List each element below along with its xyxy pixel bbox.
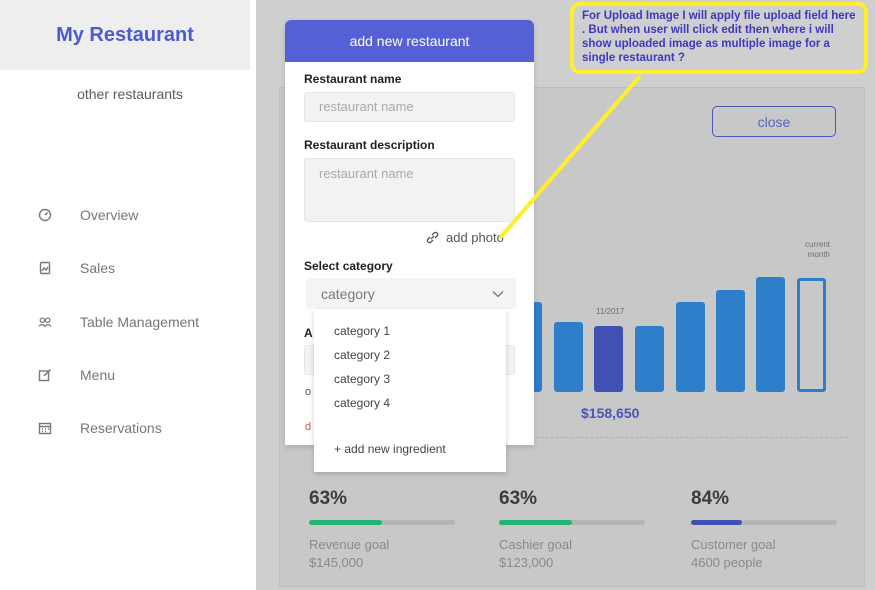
goal-progress-fill	[691, 520, 742, 525]
chart-bar	[554, 322, 583, 392]
chart-bar-current	[797, 278, 826, 392]
annotation-callout: For Upload Image I will apply file uploa…	[570, 2, 868, 74]
goal-label: Customer goal	[691, 537, 776, 552]
sidebar-item-label: Menu	[80, 367, 116, 383]
other-restaurants-link[interactable]: other restaurants	[0, 86, 260, 102]
dropdown-option[interactable]: category 1	[334, 324, 390, 338]
partial-text: o	[305, 386, 312, 398]
category-select-value: category	[321, 285, 375, 302]
current-month-label: current month	[805, 240, 830, 259]
select-category-label: Select category	[304, 259, 393, 273]
goal-label: Revenue goal	[309, 537, 390, 552]
partial-label: A	[304, 326, 313, 340]
goal-percent: 63%	[309, 488, 348, 509]
cashier-goal: 63% Cashier goal $123,000	[499, 488, 649, 570]
modal-title: add new restaurant	[285, 20, 534, 62]
goal-progress	[691, 520, 837, 525]
goal-value: 4600 people	[691, 555, 763, 570]
add-new-ingredient-option[interactable]: + add new ingredient	[334, 442, 446, 456]
sidebar-item-label: Table Management	[80, 314, 200, 330]
goal-progress-fill	[499, 520, 572, 525]
sidebar: My Restaurant other restaurants Overview…	[0, 0, 250, 590]
brand-title[interactable]: My Restaurant	[56, 24, 194, 47]
category-select[interactable]: category	[306, 278, 516, 309]
restaurant-description-label: Restaurant description	[304, 138, 435, 152]
sidebar-item-reservations[interactable]: Reservations	[38, 416, 162, 440]
chart-bar-highlight	[594, 326, 623, 392]
sidebar-item-overview[interactable]: Overview	[38, 203, 138, 227]
customer-goal: 84% Customer goal 4600 people	[691, 488, 841, 570]
restaurant-name-input[interactable]: restaurant name	[304, 92, 515, 122]
sidebar-item-sales[interactable]: Sales	[38, 256, 115, 280]
partial-delete[interactable]: d	[305, 421, 311, 433]
chart-bar	[676, 302, 705, 392]
goal-label: Cashier goal	[499, 537, 572, 552]
dropdown-option[interactable]: category 2	[334, 348, 390, 362]
sidebar-item-label: Overview	[80, 207, 139, 223]
chart-bar	[716, 290, 745, 392]
chart-bar	[635, 326, 664, 392]
close-button[interactable]: close	[712, 106, 836, 137]
goal-progress-fill	[309, 520, 382, 525]
chart-bar	[756, 277, 785, 392]
sidebar-item-label: Sales	[80, 260, 116, 276]
amount-value: $158,650	[581, 405, 640, 421]
goal-value: $145,000	[309, 555, 364, 570]
category-dropdown: category 1 category 2 category 3 categor…	[314, 309, 506, 472]
chevron-down-icon	[492, 290, 504, 297]
goal-percent: 84%	[691, 488, 730, 509]
chart-file-icon	[38, 261, 52, 275]
restaurant-description-input[interactable]: restaurant name	[304, 158, 515, 222]
dropdown-option[interactable]: category 4	[334, 396, 390, 410]
month-label: 11/2017	[596, 307, 625, 316]
sidebar-item-menu[interactable]: Menu	[38, 363, 115, 387]
revenue-goal: 63% Revenue goal $145,000	[309, 488, 459, 570]
calendar-icon	[38, 421, 52, 435]
brand-header: My Restaurant	[0, 0, 250, 70]
sidebar-item-table-management[interactable]: Table Management	[38, 310, 199, 334]
goal-progress	[499, 520, 645, 525]
dropdown-option[interactable]: category 3	[334, 372, 390, 386]
link-icon	[426, 231, 439, 244]
sidebar-item-label: Reservations	[80, 420, 162, 436]
people-icon	[38, 315, 52, 329]
add-photo-label: add photo	[446, 230, 504, 245]
add-photo-button[interactable]: add photo	[425, 230, 504, 245]
gauge-icon	[38, 208, 52, 222]
edit-icon	[38, 368, 52, 382]
restaurant-name-label: Restaurant name	[304, 72, 402, 86]
goal-value: $123,000	[499, 555, 554, 570]
goal-progress	[309, 520, 455, 525]
goal-percent: 63%	[499, 488, 538, 509]
